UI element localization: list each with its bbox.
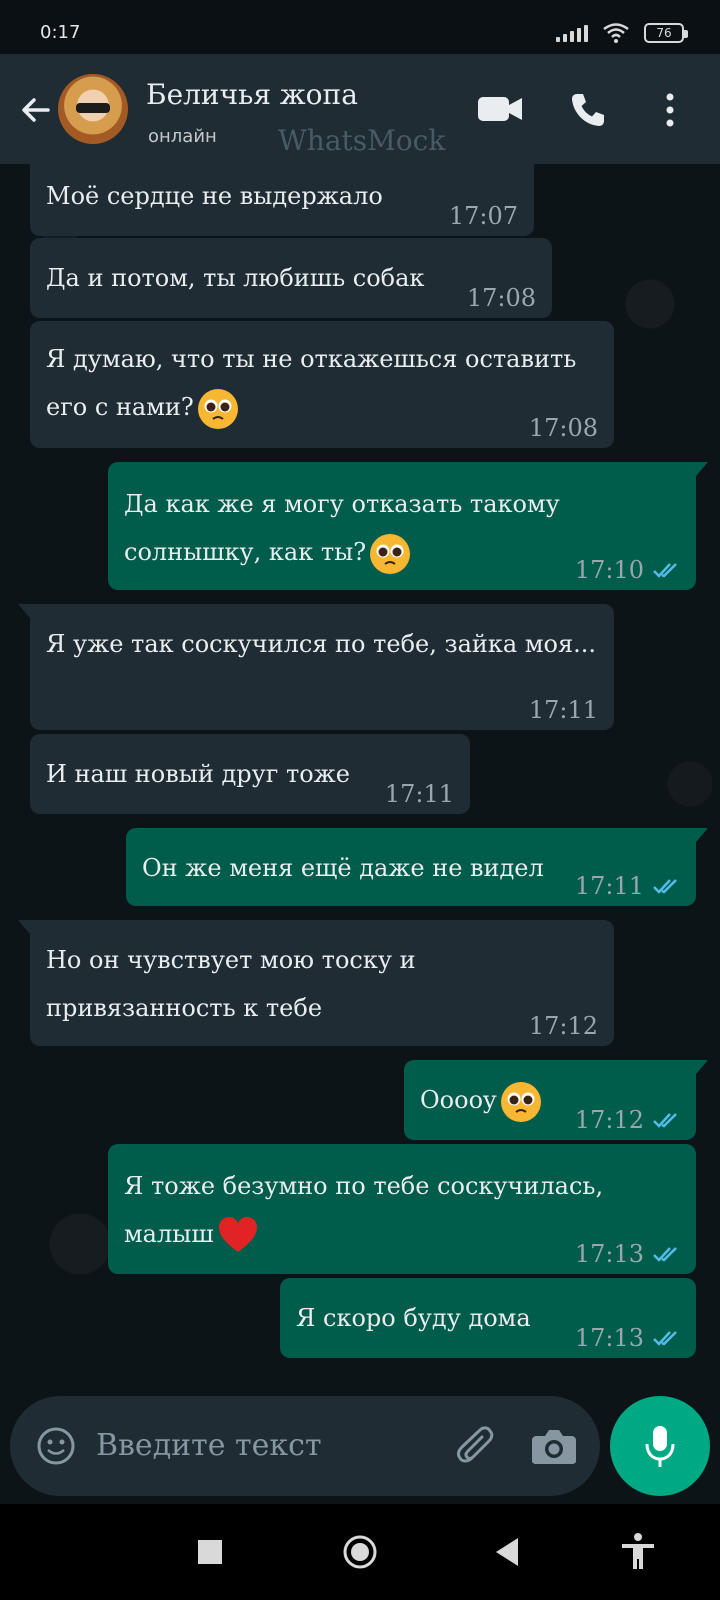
message-bubble[interactable]: Ooooy 17:12: [404, 1060, 708, 1140]
message-text: Я уже так соскучился по тебе, зайка моя.…: [46, 630, 596, 658]
message-time: 17:11: [384, 780, 454, 808]
red-heart-emoji: [218, 1216, 257, 1252]
mic-icon: [645, 1426, 675, 1467]
message-time: 17:11: [574, 872, 644, 900]
message-body: Я думаю, что ты не откажешься оставить е…: [46, 345, 577, 421]
paperclip-icon[interactable]: [454, 1424, 502, 1472]
message-time: 17:12: [574, 1106, 644, 1134]
pleading-face-emoji: [500, 1081, 541, 1122]
emoji-icon[interactable]: [36, 1426, 76, 1466]
home-icon[interactable]: [338, 1530, 382, 1574]
chat-area[interactable]: Моё сердце не выдержало 17:07 Да и потом…: [0, 164, 720, 1396]
mic-button[interactable]: [610, 1396, 710, 1496]
system-navigation-bar: [0, 1504, 720, 1600]
message-bubble[interactable]: Я уже так соскучился по тебе, зайка моя.…: [18, 604, 614, 730]
message-time: 17:08: [466, 284, 536, 312]
read-receipt-icon: [653, 563, 677, 578]
back-nav-icon[interactable]: [486, 1530, 530, 1574]
message-bubble[interactable]: И наш новый друг тоже 17:11: [30, 734, 470, 814]
status-bar: 0:17 76: [0, 0, 720, 54]
read-receipt-icon: [653, 1247, 677, 1262]
message-bubble[interactable]: Он же меня ещё даже не видел 17:11: [126, 828, 708, 906]
message-time: 17:08: [528, 414, 598, 442]
message-body: Ooooy: [420, 1086, 497, 1114]
more-vert-icon[interactable]: [660, 90, 680, 130]
contact-status: онлайн: [148, 126, 217, 147]
message-composer[interactable]: [10, 1396, 600, 1496]
message-text: Я думаю, что ты не откажешься оставить е…: [46, 335, 598, 431]
video-call-icon[interactable]: [476, 92, 524, 126]
message-input[interactable]: [96, 1421, 436, 1469]
read-receipt-icon: [653, 1331, 677, 1346]
message-bubble[interactable]: Моё сердце не выдержало 17:07: [30, 164, 534, 236]
watermark: WhatsMock: [278, 124, 446, 157]
contact-name[interactable]: Беличья жопа: [146, 78, 358, 111]
message-bubble[interactable]: Я думаю, что ты не откажешься оставить е…: [30, 321, 614, 448]
read-receipt-icon: [653, 879, 677, 894]
phone-icon[interactable]: [568, 90, 608, 130]
message-bubble[interactable]: Да и потом, ты любишь собак 17:08: [30, 238, 552, 318]
message-time: 17:13: [574, 1240, 644, 1268]
camera-icon[interactable]: [530, 1426, 578, 1466]
message-time: 17:07: [448, 202, 518, 230]
arrow-left-icon[interactable]: [16, 90, 56, 130]
message-text: Но он чувствует мою тоску и привязанност…: [46, 946, 416, 1022]
message-bubble[interactable]: Да как же я могу отказать такому солнышк…: [108, 462, 708, 590]
message-time: 17:12: [528, 1012, 598, 1040]
avatar[interactable]: [58, 74, 128, 144]
recent-apps-icon[interactable]: [188, 1530, 232, 1574]
message-bubble[interactable]: Я скоро буду дома 17:13: [280, 1278, 696, 1358]
accessibility-icon[interactable]: [616, 1530, 660, 1574]
status-icons: 76: [556, 22, 688, 44]
composer: [0, 1396, 720, 1504]
message-text: Да и потом, ты любишь собак: [46, 264, 425, 292]
message-time: 17:11: [528, 696, 598, 724]
battery-icon: 76: [644, 23, 688, 43]
message-time: 17:13: [574, 1324, 644, 1352]
battery-level: 76: [656, 26, 672, 40]
message-body: Да как же я могу отказать такому солнышк…: [124, 490, 560, 566]
chat-header: Беличья жопа онлайн WhatsMock: [0, 54, 720, 164]
message-bubble[interactable]: Я тоже безумно по тебе соскучилась, малы…: [108, 1144, 696, 1274]
message-bubble[interactable]: Но он чувствует мою тоску и привязанност…: [18, 920, 614, 1046]
message-time: 17:10: [574, 556, 644, 584]
read-receipt-icon: [653, 1113, 677, 1128]
message-body: Я тоже безумно по тебе соскучилась, малы…: [124, 1172, 604, 1248]
signal-icon: [556, 24, 588, 42]
wifi-icon: [603, 23, 629, 43]
status-time: 0:17: [40, 22, 81, 43]
pleading-face-emoji: [370, 533, 411, 574]
pleading-face-emoji: [197, 388, 238, 429]
message-text: Моё сердце не выдержало: [46, 182, 383, 210]
